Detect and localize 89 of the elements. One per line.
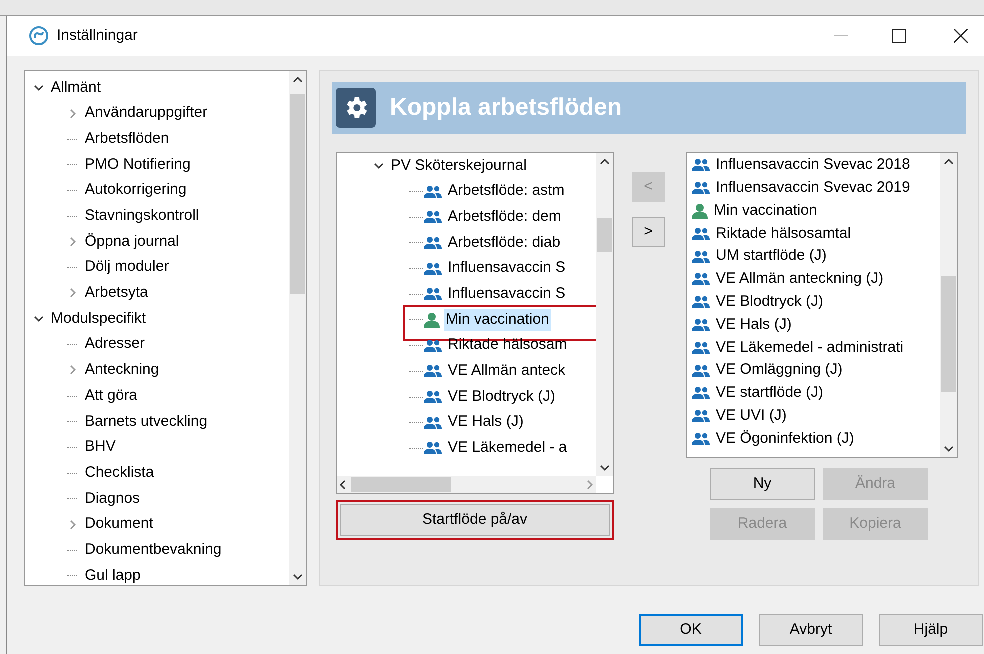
list-item[interactable]: UM startflöde (J) [716, 245, 827, 268]
tree-item[interactable]: Barnets utveckling [85, 410, 208, 434]
panel-title: Koppla arbetsflöden [390, 93, 622, 123]
people-icon [691, 340, 711, 355]
people-icon [423, 210, 443, 224]
tree-item[interactable]: Gul lapp [85, 564, 141, 585]
people-icon [423, 441, 443, 456]
workflow-item[interactable]: VE Blodtryck (J) [446, 386, 558, 408]
list-action-button[interactable]: Ny [710, 468, 815, 500]
people-icon [423, 287, 443, 302]
list-item[interactable]: VE Läkemedel - administrati [716, 336, 904, 360]
list-item[interactable]: Riktade hälsosamtal [716, 222, 852, 246]
tree-item[interactable]: Öppna journal [85, 230, 180, 254]
tree-item[interactable]: Arbetsyta [85, 282, 148, 305]
people-icon [423, 338, 443, 353]
app-logo-icon [29, 26, 49, 46]
people-icon [423, 416, 443, 430]
workflow-item[interactable]: Influensavaccin S [446, 257, 568, 280]
tree-item[interactable]: Adresser [85, 333, 146, 356]
people-icon [423, 390, 443, 404]
people-icon [423, 364, 443, 378]
tree-item[interactable]: Dokumentbevakning [85, 538, 222, 562]
tree-item[interactable]: Att göra [85, 384, 138, 408]
horizontal-scrollbar[interactable] [337, 476, 596, 493]
people-icon [423, 236, 443, 250]
tree-item[interactable]: Checklista [85, 462, 154, 484]
list-item[interactable]: VE Blodtryck (J) [716, 290, 824, 314]
people-icon [691, 158, 711, 172]
tree-item[interactable]: Användaruppgifter [85, 102, 208, 125]
list-item[interactable]: VE UVI (J) [716, 404, 787, 428]
dialog-button[interactable]: Hjälp [879, 614, 983, 646]
tree-item[interactable]: Anteckning [85, 359, 160, 382]
tree-item[interactable]: PMO Notifiering [85, 154, 191, 176]
dialog-button[interactable]: OK [639, 614, 743, 646]
tree-item[interactable]: Dokument [85, 513, 154, 536]
scrollbar-thumb[interactable] [290, 94, 305, 294]
people-icon [691, 409, 711, 424]
toggle-start-flow-button[interactable]: Startflöde på/av [340, 504, 610, 536]
people-icon [691, 295, 711, 310]
list-item[interactable]: VE Allmän anteckning (J) [716, 268, 884, 291]
tree-item[interactable]: Diagnos [85, 488, 140, 510]
vertical-scrollbar[interactable] [940, 153, 957, 457]
list-item[interactable]: VE startflöde (J) [716, 382, 824, 405]
workflow-item[interactable]: VE Hals (J) [446, 411, 526, 434]
people-icon [691, 386, 711, 400]
tree-item[interactable]: Stavningskontroll [85, 205, 200, 228]
list-item[interactable]: VE Hals (J) [716, 314, 792, 336]
list-item[interactable]: Influensavaccin Svevac 2018 [716, 154, 910, 177]
maximize-icon[interactable] [892, 29, 906, 43]
tree-item[interactable]: Autokorrigering [85, 179, 187, 202]
scrollbar-thumb[interactable] [597, 218, 612, 252]
person-icon [691, 202, 709, 219]
people-icon [691, 432, 711, 446]
scrollbar-thumb[interactable] [941, 276, 956, 392]
person-icon [423, 312, 441, 328]
close-icon[interactable] [954, 29, 968, 43]
tree-item[interactable]: BHV [85, 436, 116, 459]
workflow-item[interactable]: Influensavaccin S [446, 283, 568, 306]
people-icon [691, 318, 711, 332]
people-icon [691, 272, 711, 286]
move-button[interactable]: > [632, 217, 665, 247]
list-item[interactable]: VE Ögoninfektion (J) [716, 428, 854, 450]
people-icon [691, 364, 711, 378]
list-item[interactable]: Min vaccination [714, 200, 818, 222]
tree-item[interactable]: Allmänt [51, 76, 102, 100]
people-icon [423, 262, 443, 276]
minimize-icon[interactable] [834, 35, 848, 37]
people-icon [691, 226, 711, 241]
window-title: Inställningar [57, 26, 138, 46]
workflow-item[interactable]: VE Läkemedel - a [446, 437, 570, 460]
workflow-item[interactable]: Min vaccination [444, 308, 552, 332]
people-icon [691, 250, 711, 264]
people-icon [423, 184, 443, 199]
tree-item[interactable]: Dölj moduler [85, 256, 170, 279]
vertical-scrollbar[interactable] [289, 71, 306, 585]
tree-item[interactable]: Modulspecifikt [51, 308, 146, 330]
workflow-item[interactable]: VE Allmän anteck [446, 360, 568, 383]
list-item[interactable]: Influensavaccin Svevac 2019 [716, 176, 910, 200]
workflow-item[interactable]: Arbetsflöde: dem [446, 206, 564, 228]
workflow-item[interactable]: Arbetsflöde: diab [446, 232, 563, 254]
people-icon [691, 181, 711, 196]
tree-item[interactable]: PV Sköterskejournal [391, 154, 527, 178]
scrollbar-thumb[interactable] [351, 477, 451, 492]
vertical-scrollbar[interactable] [596, 153, 613, 476]
list-item[interactable]: VE Omläggning (J) [716, 359, 843, 382]
dialog-button[interactable]: Avbryt [759, 614, 863, 646]
workflow-item[interactable]: Arbetsflöde: astm [446, 180, 567, 203]
tree-item[interactable]: Arbetsflöden [85, 128, 170, 150]
workflow-item[interactable]: Riktade hälsosam [446, 334, 570, 357]
